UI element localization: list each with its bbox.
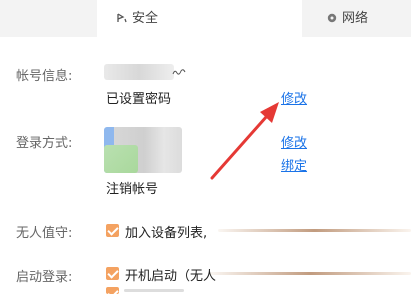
unattended-label: 无人值守: [16, 226, 73, 241]
tab-security[interactable]: 安全 [97, 0, 302, 37]
tab-bar: 安全 网络 [0, 0, 411, 37]
unattended-text-redacted [218, 229, 411, 232]
startup-option: 开机启动（无人 [125, 269, 217, 284]
add-device-list-option: 加入设备列表, [125, 226, 208, 241]
account-name-blurred [104, 64, 174, 80]
bind-login-link[interactable]: 绑定 [281, 155, 307, 174]
startup-text-redacted [210, 272, 411, 275]
password-status: 已设置密码 [106, 92, 172, 107]
tab-network[interactable]: 网络 [305, 0, 411, 37]
deregister-account[interactable]: 注销帐号 [106, 178, 158, 197]
second-startup-checkbox[interactable] [106, 287, 119, 294]
modify-login-link[interactable]: 修改 [281, 132, 307, 151]
startup-login-label: 启动登录: [16, 270, 73, 285]
security-icon [117, 13, 127, 23]
tab-security-label: 安全 [132, 11, 159, 26]
network-icon [327, 13, 337, 23]
account-name-tail-glyph [172, 69, 186, 75]
tab-network-label: 网络 [342, 11, 369, 26]
startup-checkbox[interactable] [106, 267, 119, 280]
account-info-label: 帐号信息: [16, 69, 73, 84]
tab-placeholder [0, 0, 97, 37]
login-method-label: 登录方式: [16, 136, 73, 151]
login-method-wechat-blurred [104, 145, 138, 173]
unattended-checkbox[interactable] [106, 224, 119, 237]
modify-password-link[interactable]: 修改 [281, 88, 307, 107]
second-startup-text-clipped [124, 289, 184, 292]
